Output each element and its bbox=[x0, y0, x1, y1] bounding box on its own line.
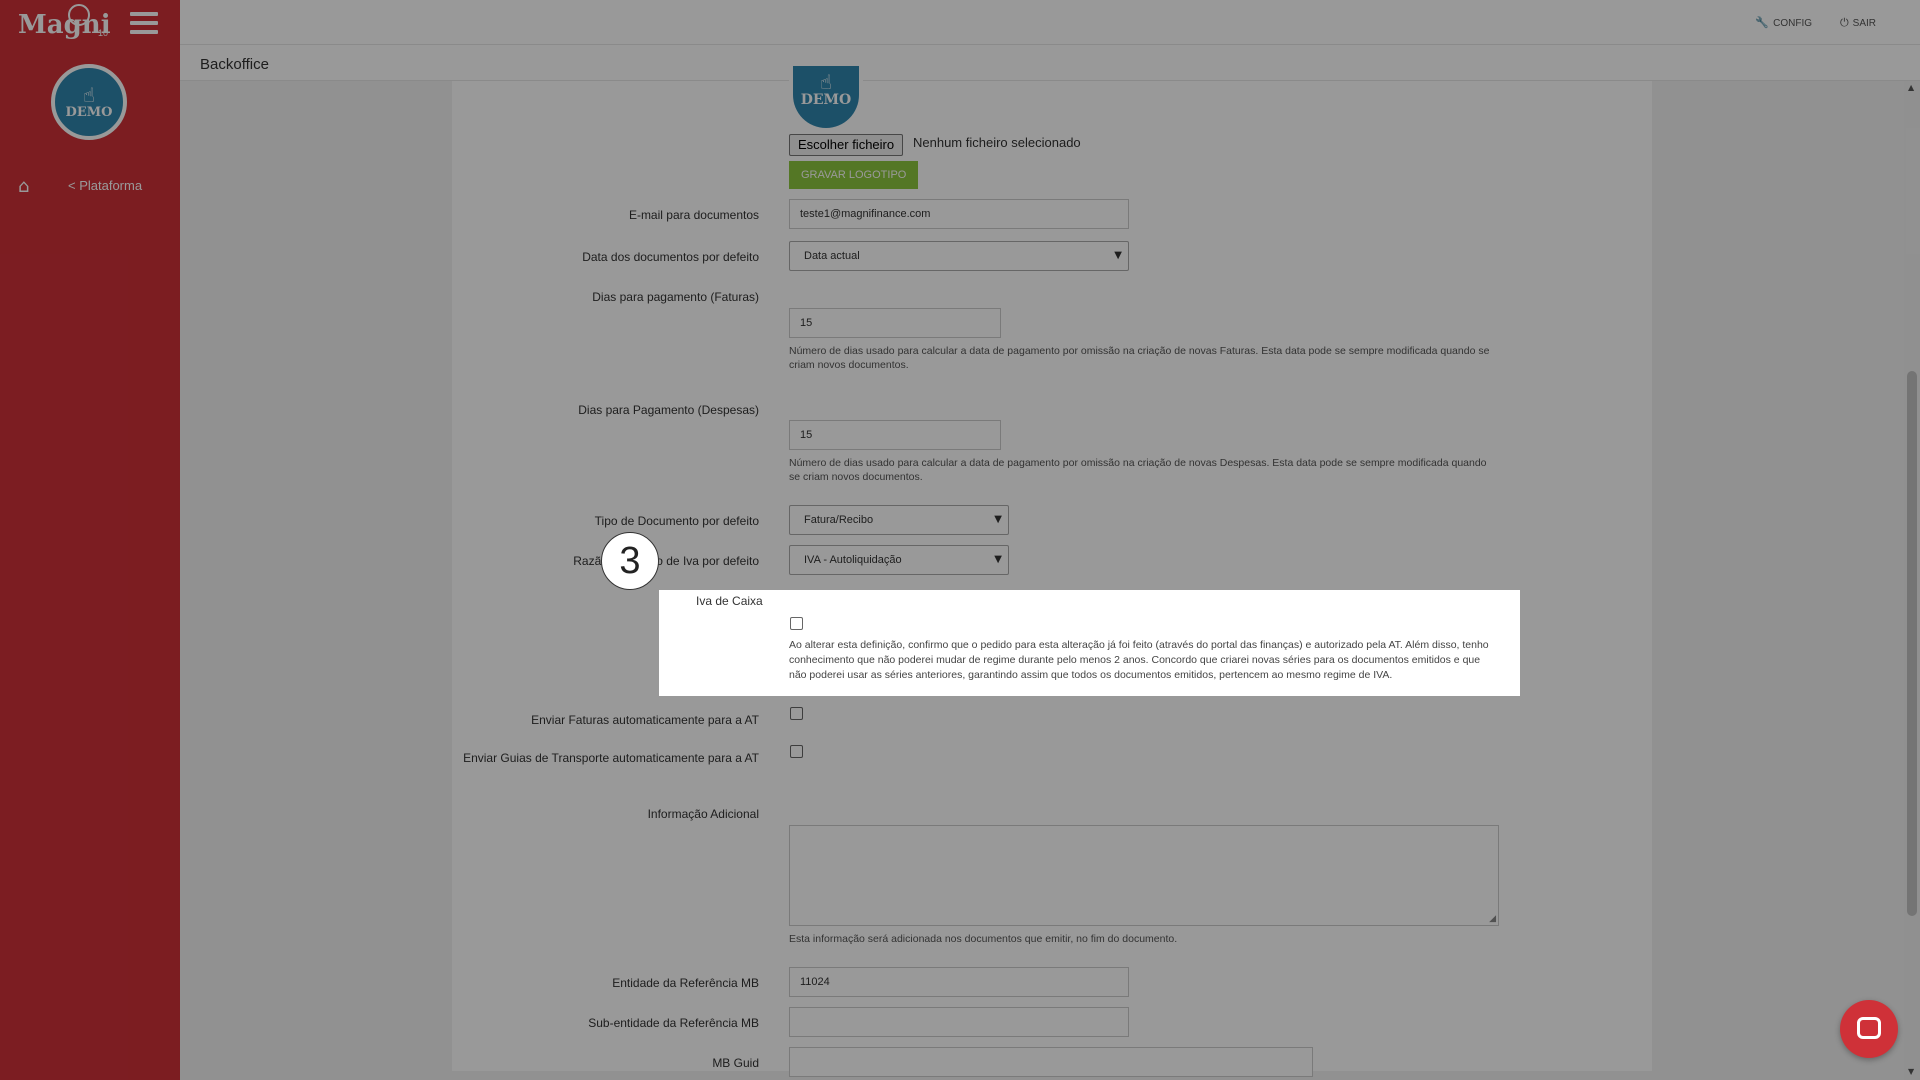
chat-icon bbox=[1857, 1017, 1881, 1039]
tutorial-overlay bbox=[0, 0, 1920, 1080]
chat-button[interactable] bbox=[1840, 1000, 1898, 1058]
cash-vat-checkbox[interactable] bbox=[790, 617, 803, 630]
cash-vat-help: Ao alterar esta definição, confirmo que … bbox=[789, 639, 1489, 681]
cash-vat-label: Iva de Caixa bbox=[696, 594, 763, 608]
cash-vat-highlight: Iva de Caixa Ao alterar esta definição, … bbox=[659, 590, 1520, 696]
tutorial-step-badge: 3 bbox=[601, 532, 659, 590]
